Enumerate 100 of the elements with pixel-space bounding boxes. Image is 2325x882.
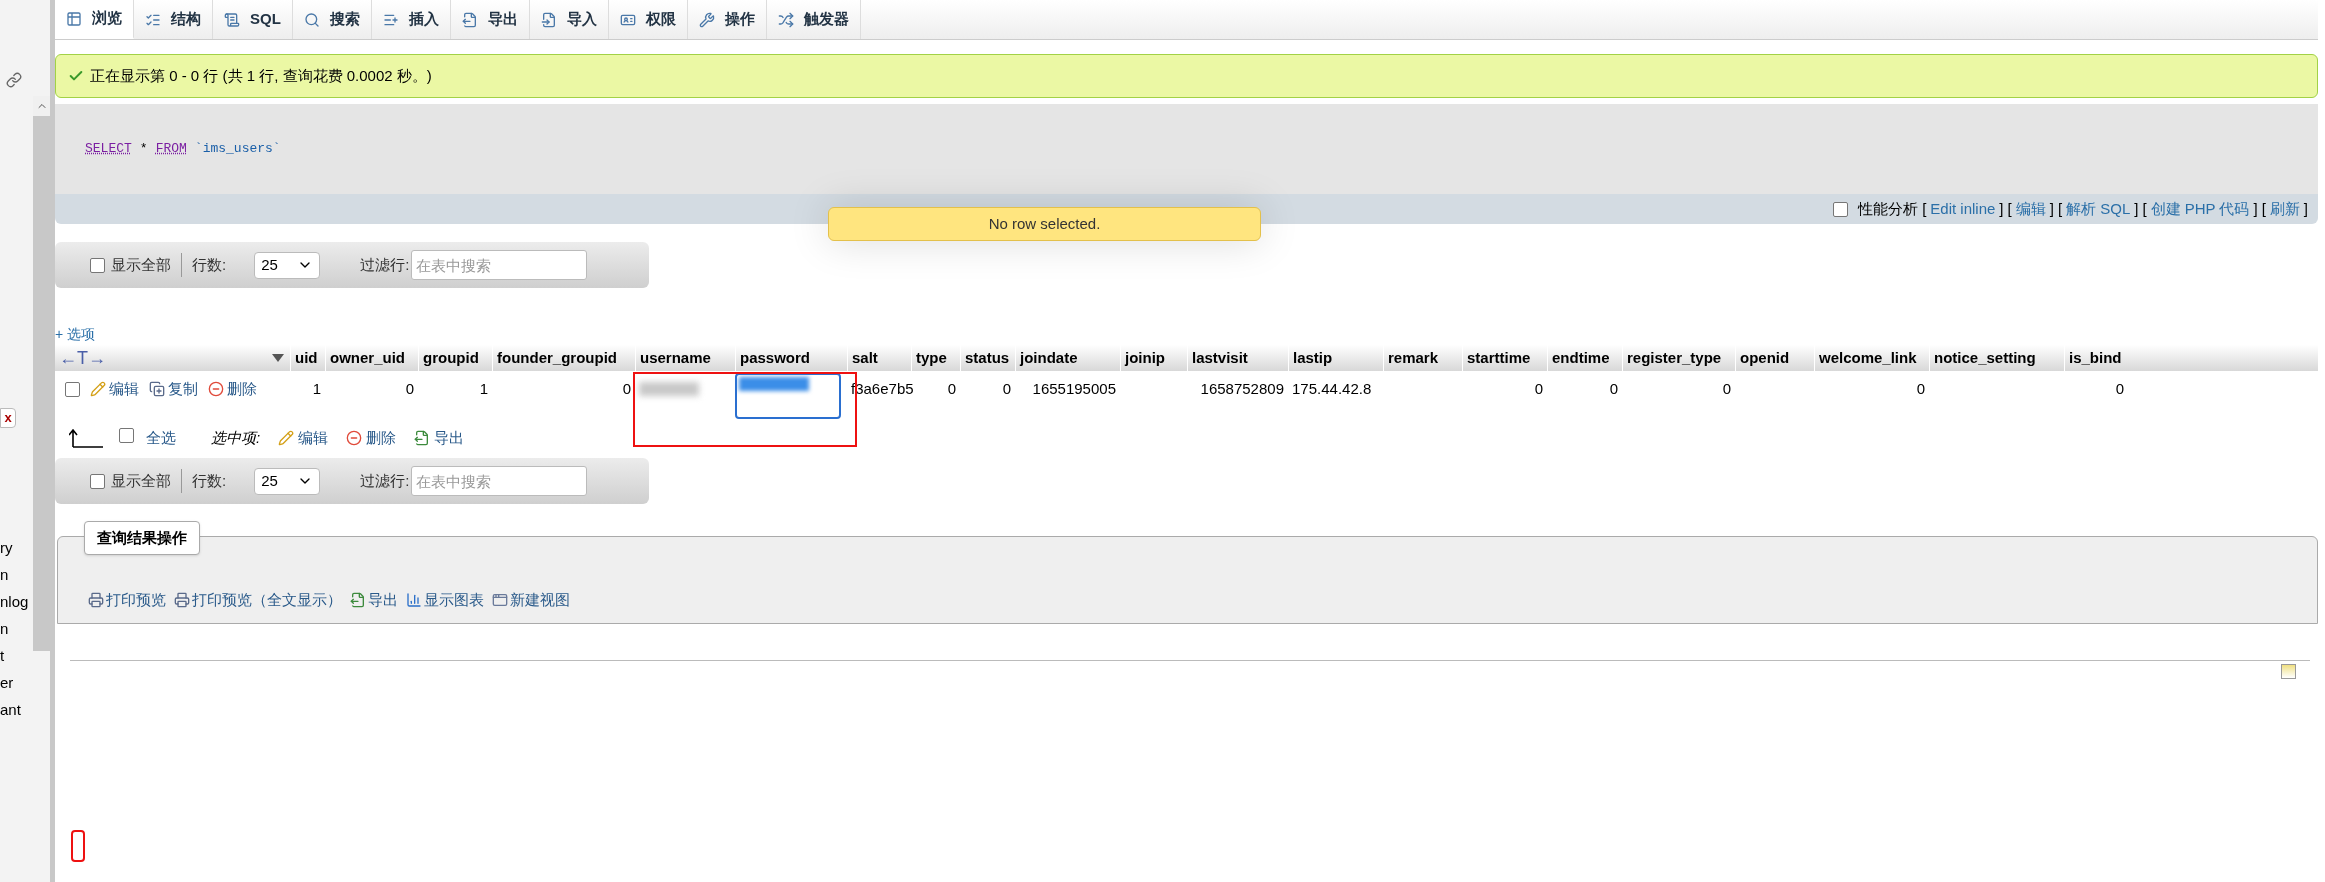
bulk-action-link[interactable]: 删除: [346, 426, 397, 450]
highlight-frame: [71, 830, 85, 862]
bar-chart-icon: [406, 591, 422, 608]
bracket: [: [2007, 198, 2012, 219]
sql-token[interactable]: SELECT: [85, 139, 132, 159]
tab[interactable]: 权限: [608, 0, 688, 39]
blurred-text: [639, 382, 699, 396]
copy-icon: [149, 381, 165, 397]
row-action-link[interactable]: 删除: [208, 377, 257, 401]
tab[interactable]: 导出: [450, 0, 530, 39]
column-header[interactable]: is_bind: [2064, 345, 2128, 371]
table-cell-text: 1: [478, 378, 489, 399]
sql-token[interactable]: FROM: [155, 139, 187, 159]
query-link[interactable]: 刷新: [2269, 197, 2300, 221]
tab[interactable]: 操作: [687, 0, 767, 39]
row-action-link[interactable]: 复制: [149, 377, 198, 401]
close-button[interactable]: x: [0, 408, 16, 428]
rows-label: 行数:: [192, 470, 227, 491]
sidebar-item[interactable]: ry: [0, 534, 29, 561]
table-cell-text: 0: [1608, 378, 1619, 399]
tab[interactable]: 结构: [134, 0, 213, 39]
arrow-up-corner-icon: [69, 428, 105, 448]
pencil-icon: [90, 381, 106, 397]
table-cell-text: 0: [1533, 378, 1544, 399]
tab[interactable]: 搜索: [292, 0, 372, 39]
table-cell-text: 1655195005: [1031, 378, 1117, 399]
row-action-link[interactable]: 编辑: [90, 377, 139, 401]
select-all-link[interactable]: 全选: [146, 426, 176, 450]
result-action-link[interactable]: 导出: [350, 588, 398, 611]
column-header[interactable]: joinip: [1120, 345, 1187, 371]
result-action-link[interactable]: 打印预览: [88, 588, 166, 611]
link-icon[interactable]: [6, 72, 22, 88]
show-all-label: 显示全部: [111, 254, 171, 275]
column-header[interactable]: openid: [1735, 345, 1814, 371]
column-header[interactable]: endtime: [1547, 345, 1622, 371]
table-cell-text: 0: [621, 378, 632, 399]
column-header[interactable]: status: [960, 345, 1015, 371]
column-header[interactable]: joindate: [1015, 345, 1120, 371]
row-checkbox[interactable]: [65, 381, 80, 397]
column-header[interactable]: lastvisit: [1187, 345, 1288, 371]
query-link[interactable]: Edit inline: [1930, 197, 1996, 221]
column-header[interactable]: owner_uid: [325, 345, 418, 371]
import-icon: [540, 11, 557, 28]
bracket: ]: [1999, 198, 2004, 219]
sidebar-item[interactable]: er: [0, 669, 29, 696]
column-header[interactable]: uid: [290, 345, 325, 371]
column-header[interactable]: lastip: [1288, 345, 1383, 371]
tab[interactable]: 触发器: [766, 0, 861, 39]
sort-caret-icon[interactable]: [272, 354, 284, 362]
table-cell-text: 0: [1001, 378, 1012, 399]
query-link[interactable]: 解析 SQL: [2066, 197, 2131, 221]
show-all-checkbox[interactable]: [90, 257, 105, 273]
column-header[interactable]: starttime: [1462, 345, 1547, 371]
column-header[interactable]: remark: [1383, 345, 1462, 371]
password-editor[interactable]: [735, 373, 841, 419]
options-link[interactable]: + 选项: [55, 324, 96, 345]
column-header[interactable]: founder_groupid: [492, 345, 635, 371]
bracket: ]: [2134, 198, 2139, 219]
tab[interactable]: 插入: [371, 0, 451, 39]
tab[interactable]: SQL: [213, 0, 293, 39]
column-header[interactable]: type: [911, 345, 960, 371]
sidebar-item[interactable]: t: [0, 642, 29, 669]
bracket: ]: [2253, 198, 2258, 219]
bracket: [: [1922, 198, 1927, 219]
query-link[interactable]: 创建 PHP 代码: [2150, 197, 2250, 221]
rows-select[interactable]: 25: [254, 467, 321, 495]
column-header[interactable]: password: [735, 345, 847, 371]
result-action-link[interactable]: 显示图表: [406, 588, 484, 611]
profiling-checkbox[interactable]: [1833, 201, 1849, 217]
show-all-checkbox[interactable]: [90, 473, 105, 489]
sidebar-item[interactable]: ant: [0, 696, 29, 723]
delete-icon: [208, 381, 224, 397]
table-cell-text: 0: [1915, 378, 1926, 399]
column-header[interactable]: register_type: [1622, 345, 1735, 371]
column-header[interactable]: notice_setting: [1929, 345, 2064, 371]
result-action-link[interactable]: 打印预览（全文显示）: [174, 588, 342, 611]
tab[interactable]: 导入: [529, 0, 609, 39]
query-link[interactable]: 编辑: [2015, 197, 2046, 221]
bulk-action-link[interactable]: 编辑: [278, 426, 329, 450]
rows-select[interactable]: 25: [254, 251, 321, 279]
sidebar-item[interactable]: n: [0, 615, 29, 642]
column-header[interactable]: groupid: [418, 345, 492, 371]
panel-legend: 查询结果操作: [84, 521, 200, 555]
delete-icon: [346, 430, 363, 446]
column-toggle[interactable]: ←T→: [59, 344, 106, 372]
wrench-icon: [698, 11, 715, 28]
sidebar-item[interactable]: n: [0, 561, 29, 588]
column-header[interactable]: welcome_link: [1814, 345, 1929, 371]
column-header[interactable]: salt: [847, 345, 911, 371]
export-icon: [461, 11, 478, 28]
filter-field[interactable]: 在表中搜索: [411, 466, 588, 496]
filter-field[interactable]: 在表中搜索: [411, 250, 588, 280]
console-icon[interactable]: [2281, 664, 2296, 679]
column-header[interactable]: username: [635, 345, 735, 371]
bulk-action-link[interactable]: 导出: [414, 426, 465, 450]
select-all-checkbox[interactable]: [119, 427, 134, 443]
result-action-link[interactable]: 新建视图: [492, 588, 570, 611]
tab[interactable]: 浏览: [55, 0, 134, 39]
sidebar-item[interactable]: nlog: [0, 588, 29, 615]
sql-token: `ims_users`: [194, 140, 281, 159]
